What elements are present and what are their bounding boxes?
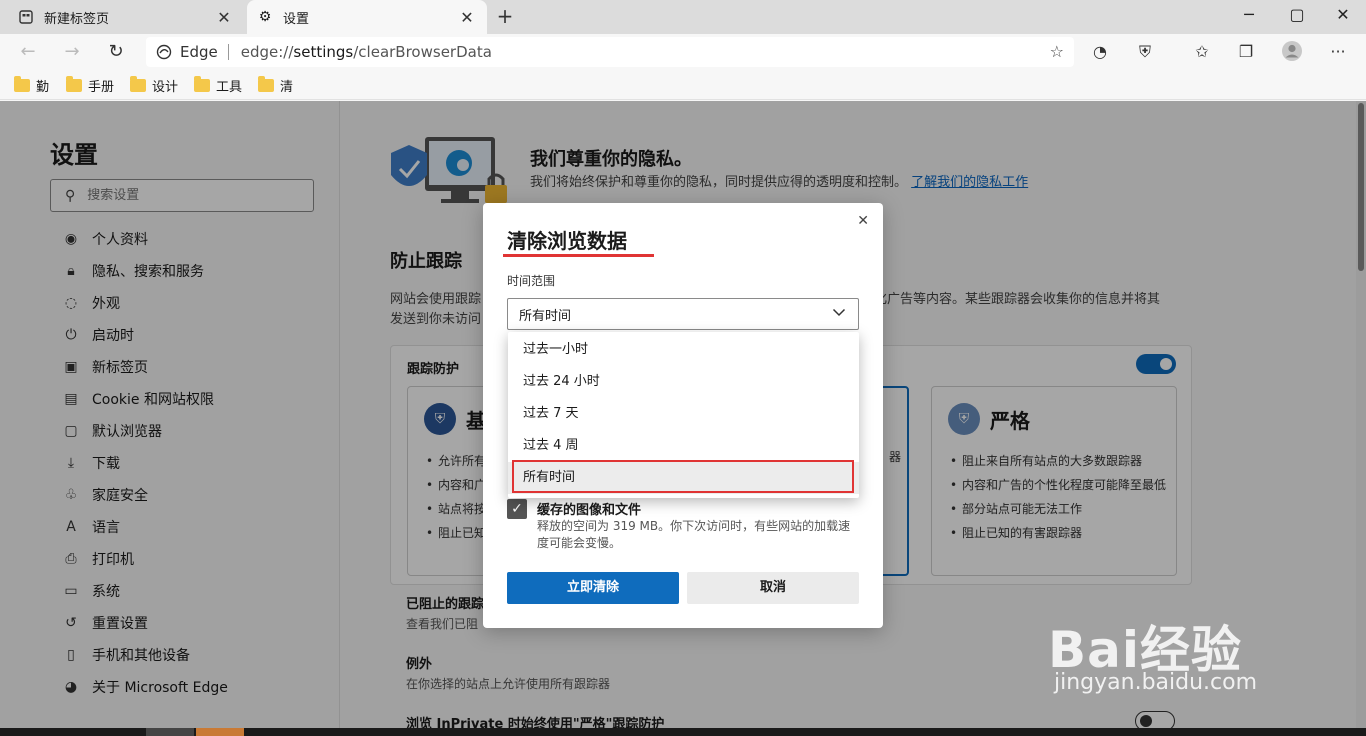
- url-main: settings: [293, 43, 354, 61]
- new-tab-button[interactable]: +: [494, 5, 516, 27]
- favorites-bar: 勤 手册 设计 工具 清: [0, 70, 1366, 100]
- folder-icon: [14, 75, 30, 92]
- ublock-shield-icon[interactable]: ⛨: [1133, 40, 1157, 64]
- profile-avatar-icon[interactable]: [1280, 40, 1304, 64]
- favorite-folder[interactable]: 清: [258, 75, 293, 95]
- edge-page-icon: [156, 44, 172, 60]
- baidu-watermark: Bai经验 jingyan.baidu.com: [1048, 590, 1348, 710]
- favorite-label: 手册: [88, 79, 115, 95]
- url-suffix: /clearBrowserData: [353, 43, 492, 61]
- collections-icon[interactable]: ❐: [1234, 40, 1258, 64]
- cache-checkbox[interactable]: ✓: [507, 499, 527, 519]
- annotation-highlight-box: [512, 460, 854, 493]
- close-icon[interactable]: ✕: [857, 213, 869, 229]
- favorite-label: 工具: [216, 79, 243, 95]
- back-button[interactable]: ←: [14, 38, 42, 66]
- favorite-label: 设计: [152, 79, 179, 95]
- address-brand: Edge: [180, 43, 218, 61]
- address-separator: [227, 44, 229, 60]
- address-url: edge://settings/clearBrowserData: [241, 43, 492, 61]
- address-bar[interactable]: Edge edge://settings/clearBrowserData ☆: [146, 37, 1074, 67]
- favorite-folder[interactable]: 手册: [66, 75, 114, 95]
- favorite-folder[interactable]: 设计: [130, 75, 178, 95]
- taskbar-item[interactable]: [146, 728, 194, 736]
- tab-strip: 新建标签页 ✕ ⚙ 设置 ✕ + ─ ▢ ✕: [0, 0, 1366, 34]
- folder-icon: [130, 75, 146, 92]
- url-prefix: edge://: [240, 43, 294, 61]
- dropdown-option[interactable]: 过去一小时: [508, 334, 859, 366]
- folder-icon: [194, 75, 210, 92]
- tab-new-tab[interactable]: 新建标签页 ✕: [8, 0, 244, 34]
- time-range-label: 时间范围: [507, 274, 556, 288]
- add-favorite-icon[interactable]: ☆: [1050, 42, 1064, 61]
- time-range-select[interactable]: 所有时间: [507, 298, 859, 330]
- minimize-button[interactable]: ─: [1226, 0, 1272, 34]
- forward-button[interactable]: →: [58, 38, 86, 66]
- favorite-label: 清: [280, 79, 294, 95]
- dropdown-option[interactable]: 过去 24 小时: [508, 366, 859, 398]
- tab-label: 新建标签页: [44, 11, 110, 27]
- taskbar-item[interactable]: [196, 728, 244, 736]
- favorite-label: 勤: [36, 79, 50, 95]
- cancel-button[interactable]: 取消: [687, 572, 859, 604]
- dialog-title: 清除浏览数据: [507, 229, 627, 253]
- title-underline: [503, 254, 654, 257]
- favorite-folder[interactable]: 工具: [194, 75, 242, 95]
- favorites-icon[interactable]: ✩: [1190, 40, 1214, 64]
- more-menu-icon[interactable]: ···: [1326, 40, 1350, 64]
- folder-icon: [258, 75, 274, 92]
- dropdown-option[interactable]: 过去 7 天: [508, 398, 859, 430]
- favorite-folder[interactable]: 勤: [14, 75, 49, 95]
- close-window-button[interactable]: ✕: [1320, 0, 1366, 34]
- folder-icon: [66, 75, 82, 92]
- refresh-button[interactable]: ↻: [102, 38, 130, 66]
- tab-label: 设置: [283, 11, 310, 27]
- watermark-line2: jingyan.baidu.com: [1054, 670, 1258, 695]
- maximize-button[interactable]: ▢: [1274, 0, 1320, 34]
- cache-desc: 释放的空间为 319 MB。你下次访问时，有些网站的加载速度可能会变慢。: [537, 519, 851, 550]
- tab-settings[interactable]: ⚙ 设置 ✕: [247, 0, 487, 34]
- close-tab-icon[interactable]: ✕: [214, 8, 234, 27]
- dropdown-option[interactable]: 过去 4 周: [508, 430, 859, 462]
- browser-toolbar: ← → ↻ Edge edge://settings/clearBrowserD…: [0, 34, 1366, 70]
- chevron-down-icon: [832, 305, 846, 323]
- extension-icon[interactable]: ◔: [1088, 40, 1112, 64]
- time-range-value: 所有时间: [519, 308, 572, 324]
- clear-now-button[interactable]: 立即清除: [507, 572, 679, 604]
- gear-icon: ⚙: [258, 9, 272, 25]
- close-tab-icon[interactable]: ✕: [457, 8, 477, 27]
- new-tab-page-icon: [18, 9, 34, 25]
- cache-label: 缓存的图像和文件: [537, 503, 642, 518]
